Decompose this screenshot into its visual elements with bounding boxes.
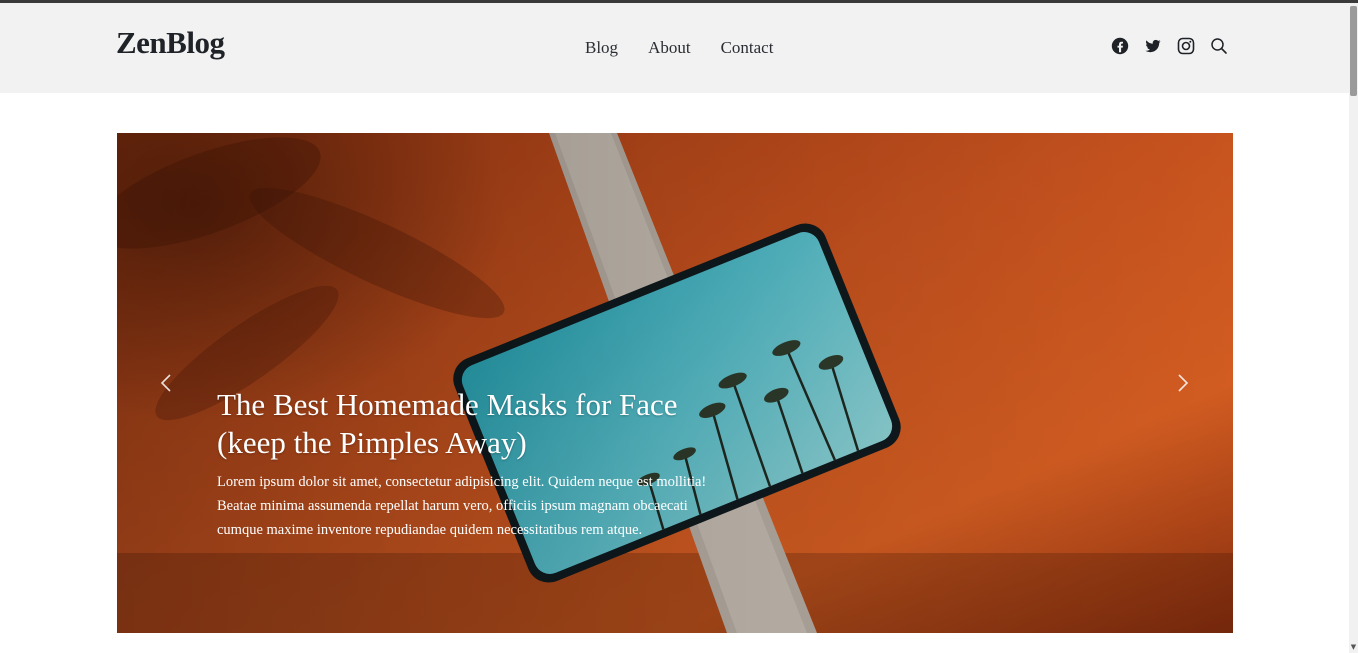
search-icon[interactable] bbox=[1210, 37, 1228, 55]
nav-item-about[interactable]: About bbox=[648, 38, 691, 58]
nav-item-contact[interactable]: Contact bbox=[721, 38, 774, 58]
twitter-icon[interactable] bbox=[1144, 37, 1162, 55]
facebook-icon[interactable] bbox=[1111, 37, 1129, 55]
slide-caption: The Best Homemade Masks for Face (keep t… bbox=[217, 386, 707, 542]
header-icons bbox=[1111, 37, 1228, 55]
chevron-right-icon bbox=[1178, 374, 1189, 392]
main-nav: Blog About Contact bbox=[585, 38, 773, 58]
site-logo[interactable]: ZenBlog bbox=[116, 25, 225, 61]
nav-item-blog[interactable]: Blog bbox=[585, 38, 618, 58]
hero-slider: The Best Homemade Masks for Face (keep t… bbox=[117, 133, 1233, 633]
slide-excerpt: Lorem ipsum dolor sit amet, consectetur … bbox=[217, 474, 707, 538]
scrollbar-thumb[interactable] bbox=[1350, 6, 1357, 96]
site-header: ZenBlog Blog About Contact bbox=[0, 3, 1349, 93]
page-scrollbar[interactable]: ▼ bbox=[1349, 3, 1358, 653]
hero-overlay bbox=[117, 133, 1233, 633]
carousel-prev-button[interactable] bbox=[157, 371, 177, 395]
instagram-icon[interactable] bbox=[1177, 37, 1195, 55]
chevron-left-icon bbox=[160, 374, 171, 392]
slide-title[interactable]: The Best Homemade Masks for Face (keep t… bbox=[217, 386, 707, 462]
carousel-next-button[interactable] bbox=[1172, 371, 1192, 395]
scroll-down-arrow-icon[interactable]: ▼ bbox=[1350, 644, 1357, 651]
